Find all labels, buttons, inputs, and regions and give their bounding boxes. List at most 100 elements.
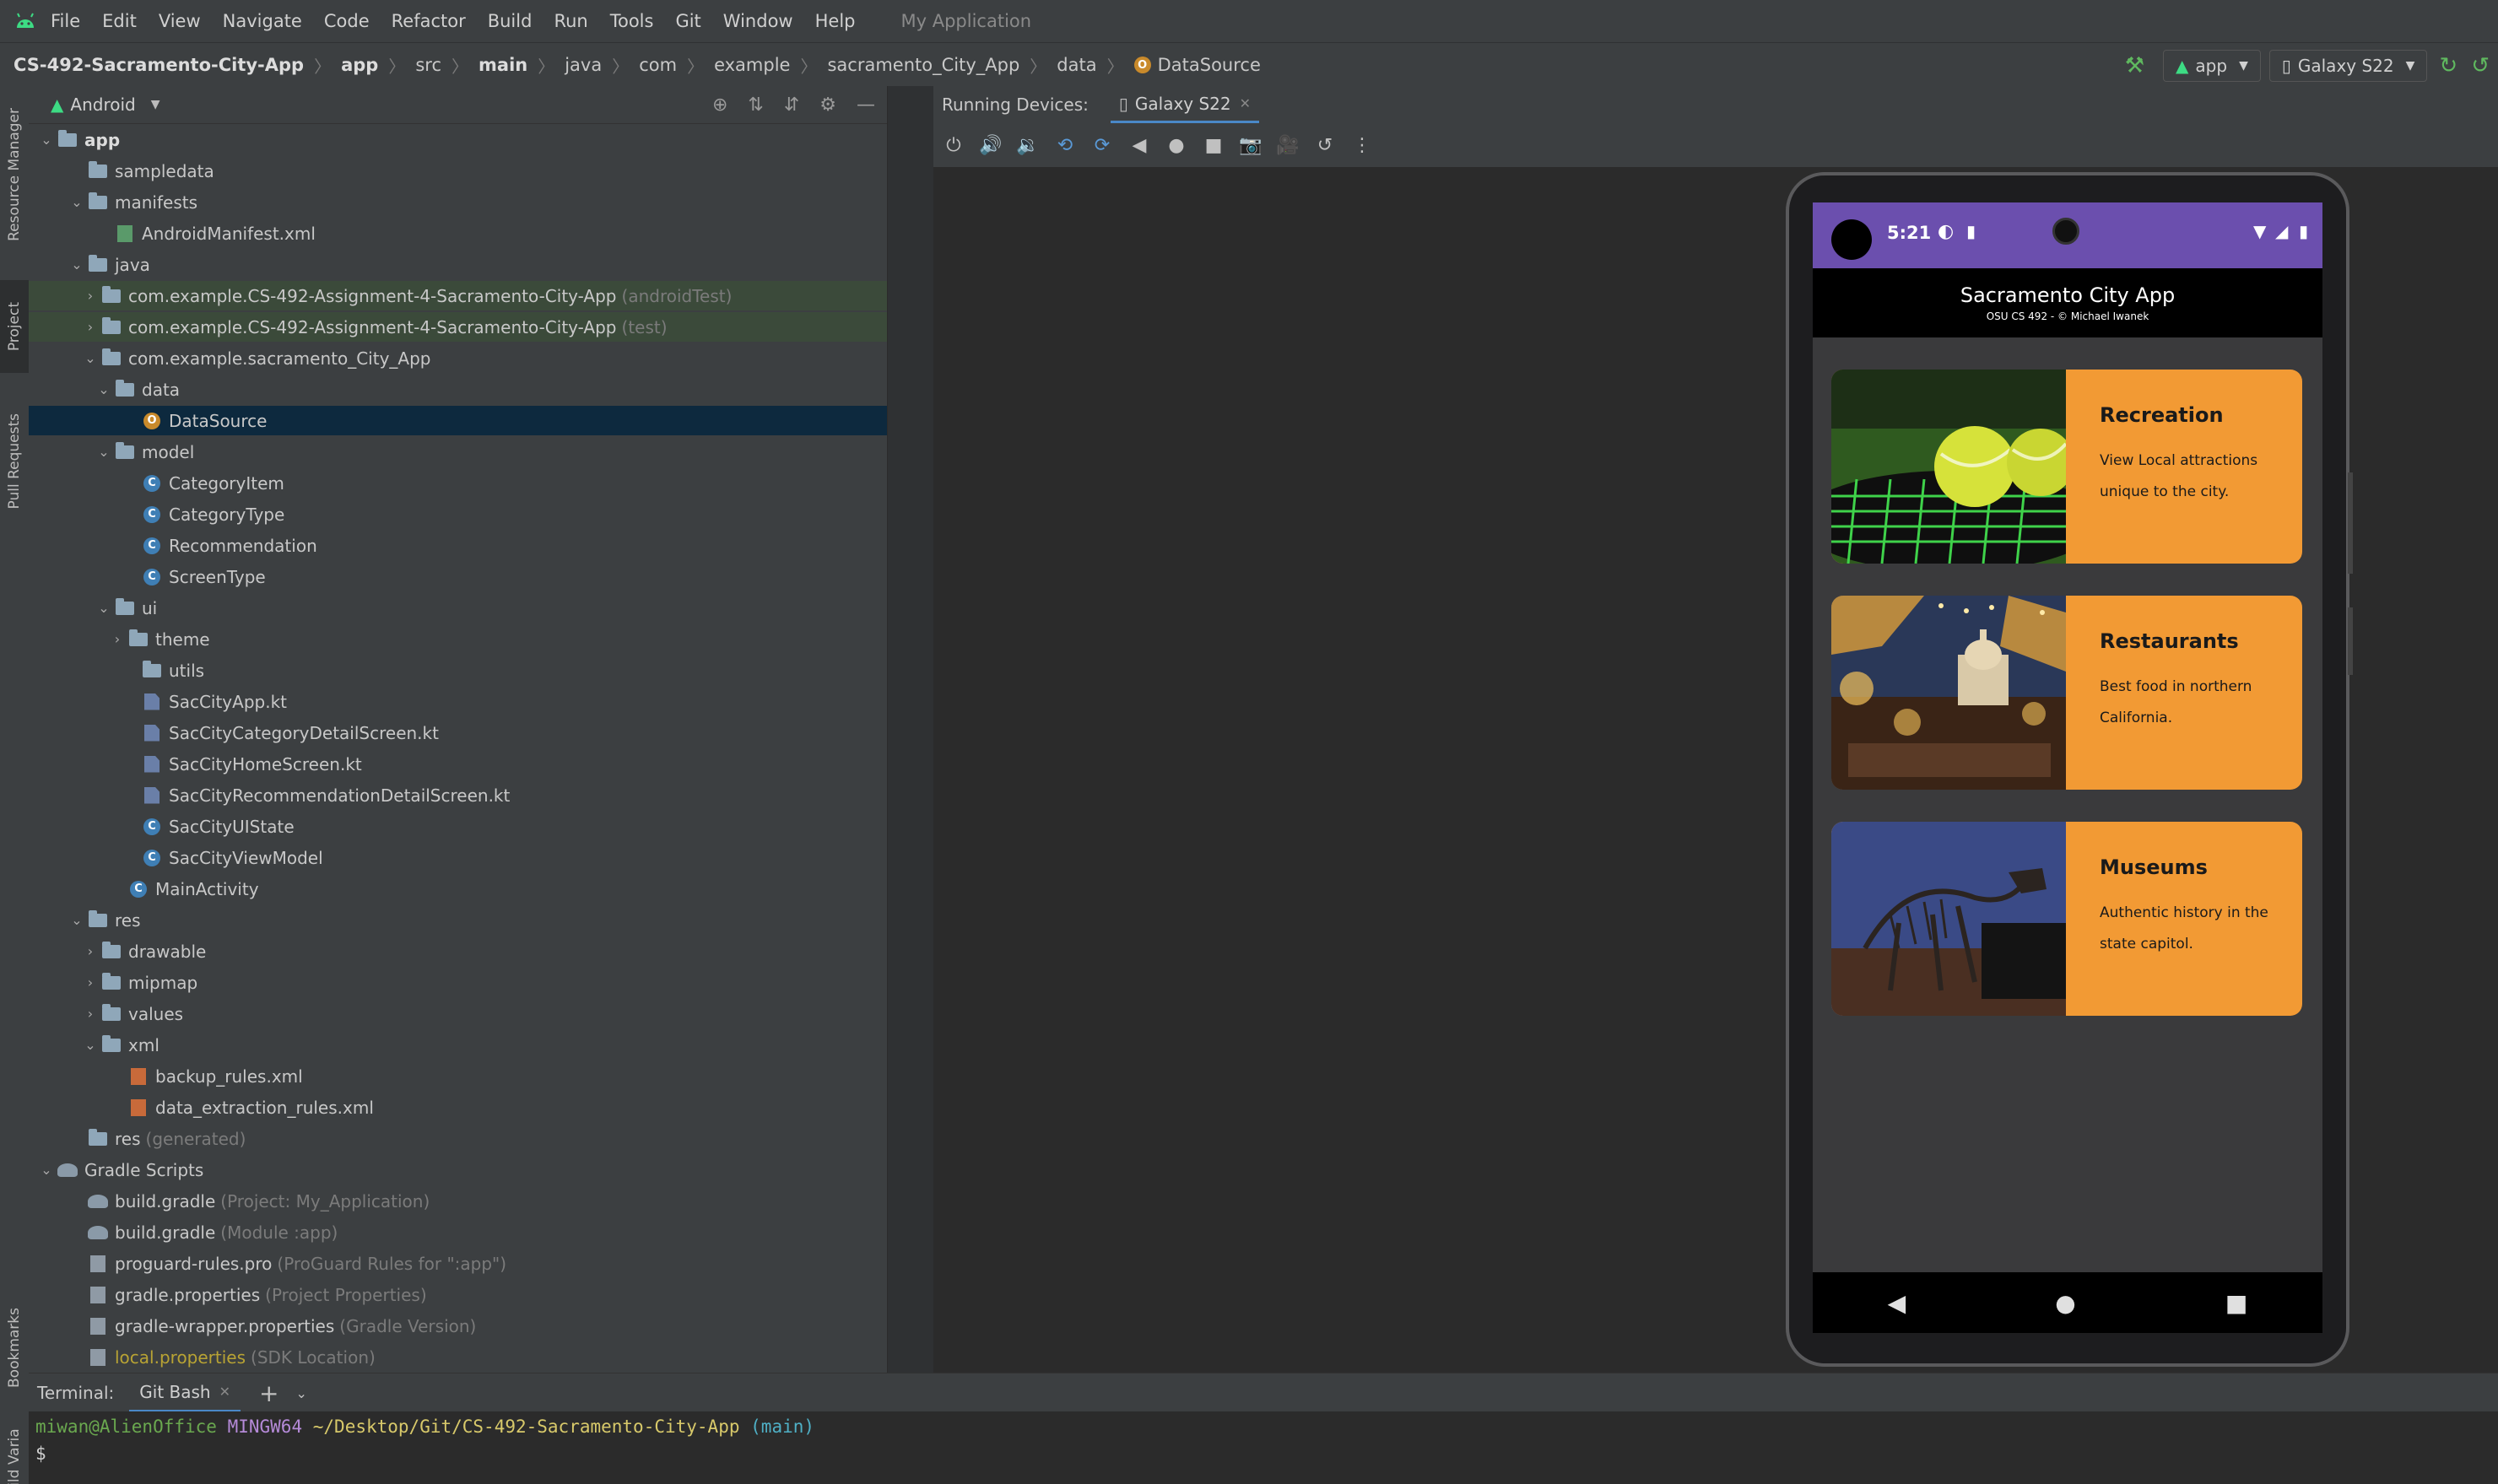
- chevron-down-icon[interactable]: ⌄: [68, 194, 86, 210]
- tree-item-build-gradle[interactable]: build.gradle (Module :app): [29, 1217, 887, 1247]
- tree-item-build-gradle[interactable]: build.gradle (Project: My_Application): [29, 1186, 887, 1216]
- device-select[interactable]: ▯ Galaxy S22 ▼: [2268, 50, 2428, 82]
- chevron-right-icon[interactable]: ›: [108, 631, 127, 647]
- chevron-down-icon[interactable]: ⌄: [37, 1162, 56, 1178]
- tree-item-datasource[interactable]: O DataSource: [29, 406, 887, 435]
- chevron-right-icon[interactable]: ›: [81, 288, 100, 304]
- volume-down-icon[interactable]: 🔉: [1013, 130, 1043, 160]
- home-icon[interactable]: ●: [1161, 130, 1192, 160]
- menu-refactor[interactable]: Refactor: [392, 11, 466, 31]
- tab-pull-requests[interactable]: Pull Requests: [0, 390, 29, 533]
- power-icon[interactable]: ⏻: [938, 130, 969, 160]
- menu-view[interactable]: View: [159, 11, 201, 31]
- tree-item-saccityrecommendationdetailscreen-kt[interactable]: SacCityRecommendationDetailScreen.kt: [29, 780, 887, 810]
- menu-git[interactable]: Git: [675, 11, 700, 31]
- tree-item-drawable[interactable]: › drawable: [29, 936, 887, 966]
- tree-item-saccityhomescreen-kt[interactable]: SacCityHomeScreen.kt: [29, 749, 887, 779]
- breadcrumb-java[interactable]: java: [565, 55, 602, 75]
- breadcrumb-datasource[interactable]: DataSource: [1158, 55, 1261, 75]
- chevron-down-icon[interactable]: ⌄: [95, 381, 113, 397]
- breadcrumb-src[interactable]: src: [415, 55, 441, 75]
- menu-help[interactable]: Help: [815, 11, 856, 31]
- tree-item-com-example-cs-492-assignment-4-sacramento-city-app[interactable]: › com.example.CS-492-Assignment-4-Sacrame…: [29, 281, 887, 310]
- tree-item-java[interactable]: ⌄ java: [29, 250, 887, 279]
- tree-item-model[interactable]: ⌄ model: [29, 437, 887, 467]
- tab-resource-manager[interactable]: Resource Manager: [0, 94, 29, 255]
- tree-item-local-properties[interactable]: local.properties (SDK Location): [29, 1342, 887, 1372]
- tree-item-androidmanifest-xml[interactable]: AndroidManifest.xml: [29, 219, 887, 248]
- back-icon[interactable]: ◀: [1124, 130, 1154, 160]
- tree-item-values[interactable]: › values: [29, 999, 887, 1028]
- category-card-museums[interactable]: Museums Authentic history in the state c…: [1831, 822, 2302, 1016]
- breadcrumb-project[interactable]: CS-492-Sacramento-City-App: [14, 55, 304, 75]
- project-view-select[interactable]: Android: [70, 94, 135, 115]
- tree-item-res[interactable]: res (generated): [29, 1124, 887, 1153]
- tree-item-mainactivity[interactable]: C MainActivity: [29, 874, 887, 904]
- collapse-all-icon[interactable]: ⇵: [784, 94, 799, 116]
- tab-build-variants[interactable]: Build Variants: [0, 1427, 29, 1484]
- tree-item-res[interactable]: ⌄ res: [29, 905, 887, 935]
- run-config-select[interactable]: ▲ app ▼: [2163, 50, 2261, 82]
- tab-bookmarks[interactable]: Bookmarks: [0, 1292, 29, 1402]
- apply-changes-icon[interactable]: ↻: [2439, 53, 2457, 78]
- tree-item-gradle-scripts[interactable]: ⌄ Gradle Scripts: [29, 1155, 887, 1185]
- tree-item-sampledata[interactable]: sampledata: [29, 156, 887, 186]
- tree-item-xml[interactable]: ⌄ xml: [29, 1030, 887, 1060]
- chevron-down-icon[interactable]: ⌄: [295, 1385, 306, 1401]
- locate-icon[interactable]: ⊕: [712, 94, 727, 116]
- tree-item-categoryitem[interactable]: C CategoryItem: [29, 468, 887, 498]
- close-icon[interactable]: ✕: [1240, 95, 1251, 111]
- breadcrumb-package[interactable]: sacramento_City_App: [827, 55, 1019, 75]
- tab-project[interactable]: Project: [0, 280, 29, 373]
- overview-icon[interactable]: ■: [1198, 130, 1229, 160]
- apply-code-changes-icon[interactable]: ↺: [2471, 53, 2490, 78]
- tree-item-mipmap[interactable]: › mipmap: [29, 968, 887, 997]
- tab-git-bash[interactable]: Git Bash ✕: [129, 1373, 241, 1412]
- chevron-down-icon[interactable]: ▼: [151, 98, 160, 111]
- tree-item-saccitycategorydetailscreen-kt[interactable]: SacCityCategoryDetailScreen.kt: [29, 718, 887, 747]
- snapshot-icon[interactable]: ↺: [1310, 130, 1340, 160]
- tree-item-screentype[interactable]: C ScreenType: [29, 562, 887, 591]
- build-hammer-icon[interactable]: ⚒: [2125, 53, 2144, 78]
- screenshot-icon[interactable]: 📷: [1235, 130, 1266, 160]
- tree-item-com-example-sacramento-city-app[interactable]: ⌄ com.example.sacramento_City_App: [29, 343, 887, 373]
- category-card-restaurants[interactable]: Restaurants Best food in northern Califo…: [1831, 596, 2302, 790]
- tree-item-saccityuistate[interactable]: C SacCityUIState: [29, 812, 887, 841]
- chevron-down-icon[interactable]: ⌄: [68, 256, 86, 273]
- chevron-down-icon[interactable]: ⌄: [95, 600, 113, 616]
- tree-item-ui[interactable]: ⌄ ui: [29, 593, 887, 623]
- tree-item-recommendation[interactable]: C Recommendation: [29, 531, 887, 560]
- chevron-down-icon[interactable]: ⌄: [81, 350, 100, 366]
- menu-edit[interactable]: Edit: [102, 11, 137, 31]
- close-icon[interactable]: ✕: [219, 1384, 230, 1400]
- tree-item-theme[interactable]: › theme: [29, 624, 887, 654]
- chevron-right-icon[interactable]: ›: [81, 943, 100, 959]
- breadcrumb-app[interactable]: app: [341, 55, 378, 75]
- breadcrumb-data[interactable]: data: [1057, 55, 1096, 75]
- rotate-left-icon[interactable]: ⟲: [1050, 130, 1080, 160]
- tree-item-utils[interactable]: utils: [29, 656, 887, 685]
- tree-item-saccityviewmodel[interactable]: C SacCityViewModel: [29, 843, 887, 872]
- tree-item-manifests[interactable]: ⌄ manifests: [29, 187, 887, 217]
- chevron-down-icon[interactable]: ⌄: [68, 912, 86, 928]
- tree-item-gradle-wrapper-properties[interactable]: gradle-wrapper.properties (Gradle Version…: [29, 1311, 887, 1341]
- expand-all-icon[interactable]: ⇅: [748, 94, 763, 116]
- menu-run[interactable]: Run: [554, 11, 587, 31]
- more-icon[interactable]: ⋮: [1347, 130, 1377, 160]
- tree-item-data-extraction-rules-xml[interactable]: data_extraction_rules.xml: [29, 1093, 887, 1122]
- nav-back-icon[interactable]: ◀: [1888, 1289, 1906, 1317]
- nav-recents-icon[interactable]: ■: [2225, 1289, 2247, 1317]
- hide-icon[interactable]: —: [857, 94, 875, 116]
- menu-tools[interactable]: Tools: [610, 11, 654, 31]
- terminal-output[interactable]: miwan@AlienOffice MINGW64 ~/Desktop/Git/…: [29, 1411, 2498, 1484]
- gear-icon[interactable]: ⚙: [819, 94, 836, 116]
- chevron-down-icon[interactable]: ⌄: [81, 1037, 100, 1053]
- tree-item-gradle-properties[interactable]: gradle.properties (Project Properties): [29, 1280, 887, 1309]
- breadcrumb-main[interactable]: main: [479, 55, 527, 75]
- tab-galaxy-s22[interactable]: ▯ Galaxy S22 ✕: [1110, 86, 1260, 123]
- tree-item-categorytype[interactable]: C CategoryType: [29, 499, 887, 529]
- chevron-right-icon[interactable]: ›: [81, 319, 100, 335]
- volume-up-icon[interactable]: 🔊: [976, 130, 1006, 160]
- tree-item-app[interactable]: ⌄ app: [29, 125, 887, 154]
- tree-item-data[interactable]: ⌄ data: [29, 375, 887, 404]
